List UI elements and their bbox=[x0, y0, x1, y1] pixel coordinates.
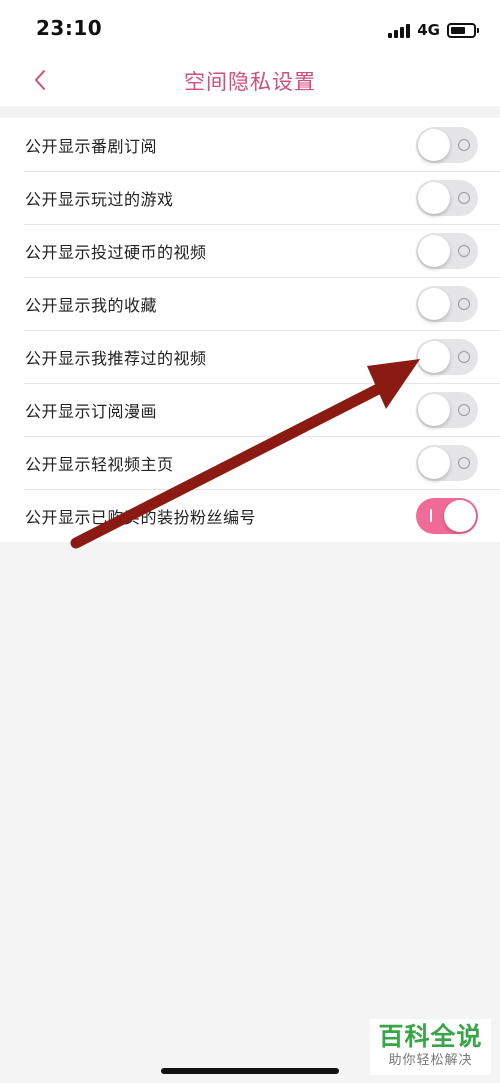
toggle-switch[interactable] bbox=[416, 127, 478, 163]
setting-row-games: 公开显示玩过的游戏 bbox=[0, 171, 500, 224]
toggle-switch[interactable] bbox=[416, 180, 478, 216]
watermark-title: 百科全说 bbox=[378, 1022, 483, 1051]
setting-label: 公开显示玩过的游戏 bbox=[25, 189, 174, 209]
setting-row-recommended: 公开显示我推荐过的视频 bbox=[0, 330, 500, 383]
setting-label: 公开显示轻视频主页 bbox=[25, 454, 174, 474]
toggle-switch[interactable] bbox=[416, 392, 478, 428]
status-bar: 23:10 4G bbox=[0, 0, 500, 58]
setting-label: 公开显示已购买的装扮粉丝编号 bbox=[25, 507, 257, 527]
toggle-switch[interactable] bbox=[416, 445, 478, 481]
toggle-switch[interactable] bbox=[416, 339, 478, 375]
status-icons: 4G bbox=[388, 18, 479, 42]
setting-row-fan-number: 公开显示已购买的装扮粉丝编号 bbox=[0, 489, 500, 542]
setting-row-bangumi: 公开显示番剧订阅 bbox=[0, 118, 500, 171]
setting-row-comics: 公开显示订阅漫画 bbox=[0, 383, 500, 436]
setting-label: 公开显示投过硬币的视频 bbox=[25, 242, 207, 262]
setting-label: 公开显示我推荐过的视频 bbox=[25, 348, 207, 368]
nav-bar: 空间隐私设置 bbox=[0, 58, 500, 106]
setting-row-light-video: 公开显示轻视频主页 bbox=[0, 436, 500, 489]
watermark-subtitle: 助你轻松解决 bbox=[388, 1053, 473, 1068]
toggle-switch[interactable] bbox=[416, 286, 478, 322]
setting-label: 公开显示我的收藏 bbox=[25, 295, 158, 315]
signal-icon bbox=[388, 22, 411, 38]
toggle-switch[interactable] bbox=[416, 498, 478, 534]
home-indicator bbox=[161, 1068, 339, 1074]
battery-icon bbox=[447, 22, 479, 38]
setting-label: 公开显示番剧订阅 bbox=[25, 136, 158, 156]
setting-row-favorites: 公开显示我的收藏 bbox=[0, 277, 500, 330]
settings-list: 公开显示番剧订阅 公开显示玩过的游戏 公开显示投过硬币的视频 公开显示我的收藏 … bbox=[0, 118, 500, 542]
status-time: 23:10 bbox=[36, 16, 103, 40]
toggle-switch[interactable] bbox=[416, 233, 478, 269]
setting-label: 公开显示订阅漫画 bbox=[25, 401, 158, 421]
battery-fill bbox=[451, 26, 466, 34]
setting-row-coins: 公开显示投过硬币的视频 bbox=[0, 224, 500, 277]
network-type: 4G bbox=[417, 21, 440, 39]
watermark: 百科全说 助你轻松解决 bbox=[370, 1019, 491, 1075]
page-title: 空间隐私设置 bbox=[184, 70, 316, 94]
